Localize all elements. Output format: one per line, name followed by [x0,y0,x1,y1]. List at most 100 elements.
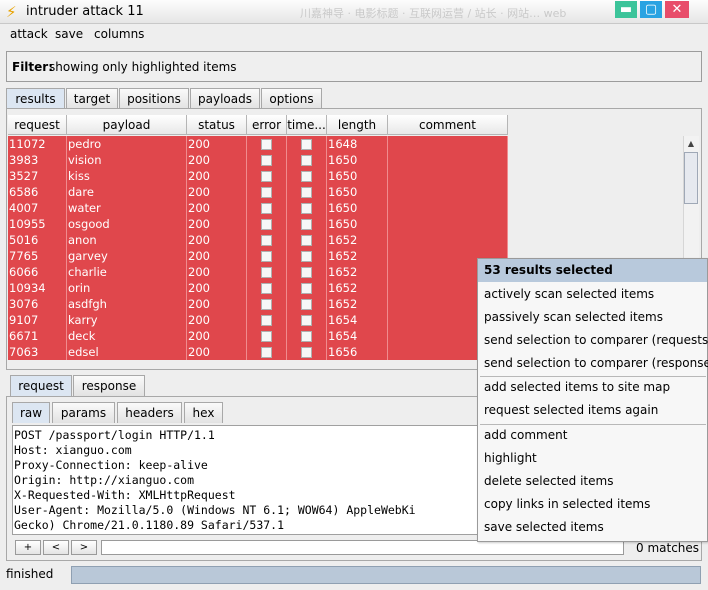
cell-timeout [287,312,327,328]
menu-save[interactable]: save [55,27,83,41]
table-row[interactable]: 3983 vision 200 1650 [8,152,508,168]
tab-headers[interactable]: headers [117,402,182,423]
previous-match-button[interactable]: < [43,540,69,555]
cell-comment [388,168,508,184]
timeout-checkbox[interactable] [301,171,312,182]
next-match-button[interactable]: > [71,540,97,555]
cell-payload: dare [67,184,187,200]
column-header-timeout[interactable]: time... [287,115,327,135]
cell-request: 11072 [8,136,67,152]
cell-comment [388,136,508,152]
tab-target[interactable]: target [66,88,118,109]
column-header-status[interactable]: status [187,115,247,135]
table-row[interactable]: 3527 kiss 200 1650 [8,168,508,184]
timeout-checkbox[interactable] [301,267,312,278]
copy-links-item[interactable]: copy links in selected items [484,497,650,511]
table-row[interactable]: 9107 karry 200 1654 [8,312,508,328]
table-row[interactable]: 3076 asdfgh 200 1652 [8,296,508,312]
table-row[interactable]: 6066 charlie 200 1652 [8,264,508,280]
table-row[interactable]: 10955 osgood 200 1650 [8,216,508,232]
save-selected-item[interactable]: save selected items [484,520,604,534]
error-checkbox[interactable] [261,315,272,326]
error-checkbox[interactable] [261,139,272,150]
cell-request: 3527 [8,168,67,184]
error-checkbox[interactable] [261,267,272,278]
timeout-checkbox[interactable] [301,299,312,310]
timeout-checkbox[interactable] [301,331,312,342]
table-row[interactable]: 6586 dare 200 1650 [8,184,508,200]
error-checkbox[interactable] [261,187,272,198]
highlight-item[interactable]: highlight [484,451,537,465]
table-row[interactable]: 7063 edsel 200 1656 [8,344,508,360]
tab-response[interactable]: response [73,375,145,396]
table-row[interactable]: 7765 garvey 200 1652 [8,248,508,264]
code-line: X-Requested-With: XMLHttpRequest [14,488,236,502]
timeout-checkbox[interactable] [301,187,312,198]
send-to-comparer-responses-item[interactable]: send selection to comparer (responses) [484,356,708,370]
passively-scan-item[interactable]: passively scan selected items [484,310,663,324]
add-comment-item[interactable]: add comment [484,428,567,442]
minimize-button[interactable]: ▬ [615,1,637,18]
column-header-request[interactable]: request [8,115,67,135]
timeout-checkbox[interactable] [301,155,312,166]
error-checkbox[interactable] [261,283,272,294]
timeout-checkbox[interactable] [301,219,312,230]
cell-timeout [287,248,327,264]
timeout-checkbox[interactable] [301,235,312,246]
filter-text: showing only highlighted items [49,60,237,74]
timeout-checkbox[interactable] [301,203,312,214]
error-checkbox[interactable] [261,299,272,310]
tab-params[interactable]: params [52,402,115,423]
close-button[interactable]: ✕ [665,1,689,18]
delete-selected-item[interactable]: delete selected items [484,474,613,488]
tab-results[interactable]: results [6,88,65,109]
tab-hex[interactable]: hex [184,402,223,423]
cell-error [247,312,287,328]
scroll-up-arrow-icon[interactable]: ▲ [684,137,698,151]
timeout-checkbox[interactable] [301,139,312,150]
table-row[interactable]: 11072 pedro 200 1648 [8,136,508,152]
table-row[interactable]: 10934 orin 200 1652 [8,280,508,296]
error-checkbox[interactable] [261,219,272,230]
column-header-payload[interactable]: payload [67,115,187,135]
menu-separator [480,424,706,425]
error-checkbox[interactable] [261,251,272,262]
timeout-checkbox[interactable] [301,315,312,326]
cell-timeout [287,296,327,312]
menu-columns[interactable]: columns [94,27,144,41]
send-to-comparer-requests-item[interactable]: send selection to comparer (requests) [484,333,708,347]
add-search-term-button[interactable]: + [15,540,41,555]
timeout-checkbox[interactable] [301,251,312,262]
column-header-error[interactable]: error [247,115,287,135]
error-checkbox[interactable] [261,331,272,342]
cell-request: 3983 [8,152,67,168]
cell-payload: pedro [67,136,187,152]
menu-attack[interactable]: attack [10,27,48,41]
error-checkbox[interactable] [261,203,272,214]
error-checkbox[interactable] [261,347,272,358]
actively-scan-item[interactable]: actively scan selected items [484,287,654,301]
tab-positions[interactable]: positions [119,88,189,109]
background-window-text: 川嘉神导 · 电影标题 · 互联网运营 / 站长 · 网站… web [300,7,567,20]
error-checkbox[interactable] [261,235,272,246]
tab-request[interactable]: request [10,375,72,396]
tab-payloads[interactable]: payloads [190,88,260,109]
table-row[interactable]: 6671 deck 200 1654 [8,328,508,344]
maximize-button[interactable]: ▢ [640,1,662,18]
scrollbar-thumb[interactable] [684,152,698,204]
table-row[interactable]: 4007 water 200 1650 [8,200,508,216]
cell-error [247,152,287,168]
request-again-item[interactable]: request selected items again [484,403,658,417]
error-checkbox[interactable] [261,171,272,182]
timeout-checkbox[interactable] [301,283,312,294]
timeout-checkbox[interactable] [301,347,312,358]
cell-length: 1650 [327,184,388,200]
table-row[interactable]: 5016 anon 200 1652 [8,232,508,248]
column-header-length[interactable]: length [327,115,388,135]
add-to-site-map-item[interactable]: add selected items to site map [484,380,670,394]
error-checkbox[interactable] [261,155,272,166]
tab-options[interactable]: options [261,88,322,109]
search-input[interactable] [101,540,624,555]
column-header-comment[interactable]: comment [388,115,508,135]
tab-raw[interactable]: raw [12,402,50,423]
